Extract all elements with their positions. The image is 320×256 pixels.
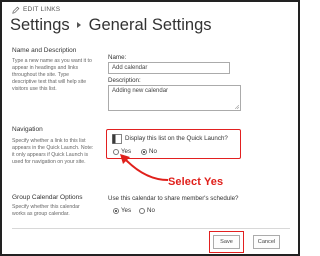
name-input[interactable]: Add calendar bbox=[108, 62, 230, 74]
share-no-label[interactable]: No bbox=[147, 207, 155, 214]
page-subtitle: General Settings bbox=[88, 15, 212, 34]
triangle-right-icon bbox=[76, 22, 81, 28]
navigation-help: Specify whether a link to this list appe… bbox=[12, 138, 94, 165]
save-button[interactable]: Save bbox=[213, 235, 240, 249]
quick-launch-question: Display this list on the Quick Launch? bbox=[125, 135, 228, 142]
name-description-help: Type a new name as you want it to appear… bbox=[12, 58, 92, 92]
footer-divider bbox=[12, 228, 290, 229]
pencil-icon bbox=[12, 6, 20, 14]
annotation-arrow bbox=[120, 154, 169, 181]
share-yes-label[interactable]: Yes bbox=[121, 207, 131, 214]
cancel-button[interactable]: Cancel bbox=[253, 235, 280, 249]
name-description-heading: Name and Description bbox=[12, 47, 77, 54]
description-textarea[interactable]: Adding new calendar bbox=[108, 85, 241, 111]
group-calendar-help: Specify whether this calendar works as g… bbox=[12, 204, 80, 217]
resize-grip-icon[interactable] bbox=[235, 105, 239, 109]
quick-launch-icon bbox=[112, 134, 122, 144]
edit-links-link[interactable]: EDIT LINKS bbox=[12, 5, 60, 14]
group-calendar-heading: Group Calendar Options bbox=[12, 194, 83, 201]
edit-links-label: EDIT LINKS bbox=[23, 6, 61, 13]
page-title-row: Settings General Settings bbox=[10, 14, 212, 36]
navigation-heading: Navigation bbox=[12, 126, 43, 133]
page-title: Settings bbox=[10, 15, 70, 34]
name-label: Name: bbox=[108, 54, 127, 61]
description-text: Adding new calendar bbox=[112, 88, 169, 94]
share-no-radio[interactable] bbox=[139, 208, 145, 214]
share-yes-radio[interactable] bbox=[113, 208, 119, 214]
description-label: Description: bbox=[108, 77, 141, 84]
select-yes-annotation: Select Yes bbox=[168, 176, 224, 188]
share-schedule-question: Use this calendar to share member's sche… bbox=[108, 195, 239, 202]
